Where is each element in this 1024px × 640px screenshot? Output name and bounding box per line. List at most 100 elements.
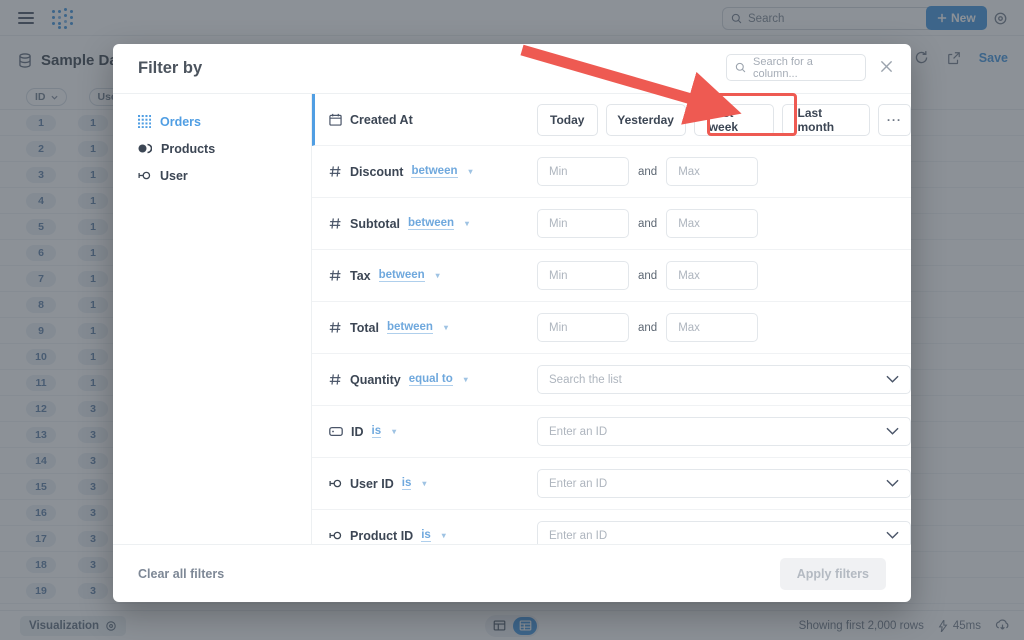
filter-name-created-at: Created At [329,113,512,127]
close-icon[interactable] [880,60,893,76]
filter-operator-subtotal[interactable]: between [408,217,455,230]
filter-select-id[interactable]: Enter an ID [537,417,911,446]
filter-row-discount: Discount between ▾ Min and Max [312,146,911,198]
filter-row-quantity: Quantity equal to ▾ Search the list [312,354,911,406]
filter-max-input-discount[interactable]: Max [666,157,759,186]
filter-modal: Filter by Search for a column... Orders P… [113,44,911,602]
filter-label: Discount [350,164,404,179]
number-icon [329,321,342,334]
date-shortcut-yesterday[interactable]: Yesterday [605,103,686,136]
connection-icon [329,477,342,490]
calendar-icon [329,113,342,126]
filter-modal-body: Orders Products User Created At Today Yester… [113,94,911,544]
connection-icon [329,529,342,542]
table-grid-icon [138,115,151,128]
number-icon [329,373,342,386]
filter-label: Quantity [350,372,401,387]
filter-operator-discount[interactable]: between [411,165,458,178]
filter-select-user-id[interactable]: Enter an ID [537,469,911,498]
date-shortcut-last-month[interactable]: Last month [782,103,870,136]
filter-name-discount: Discount between ▾ [329,165,512,179]
sidebar-item-products[interactable]: Products [113,135,311,162]
date-shortcut-group: Today Yesterday Last week Last month ··· [537,103,911,136]
filter-label: Created At [350,112,413,127]
apply-filters-button[interactable]: Apply filters [779,557,886,590]
sidebar-item-label: Orders [160,114,201,129]
filter-operator-quantity[interactable]: equal to [408,373,453,386]
app-root: Search New Sample Dat [0,0,1024,640]
filter-sidebar: Orders Products User [113,94,312,544]
filter-select-placeholder: Enter an ID [549,425,608,438]
filter-name-user-id: User ID is ▾ [329,477,512,491]
chevron-down-icon[interactable] [886,530,899,542]
filter-label: User ID [350,476,394,491]
range-inputs: Min and Max [537,157,759,186]
filter-min-input-tax[interactable]: Min [537,261,629,290]
filter-min-input-subtotal[interactable]: Min [537,209,629,238]
chevron-down-icon[interactable]: ▾ [442,531,446,540]
filter-max-input-tax[interactable]: Max [666,261,759,290]
clear-all-filters-button[interactable]: Clear all filters [138,567,224,581]
chevron-down-icon[interactable]: ▾ [469,167,473,176]
sidebar-item-label: User [160,168,188,183]
filter-min-input-total[interactable]: Min [537,313,629,342]
filter-label: ID [351,424,364,439]
filter-row-total: Total between ▾ Min and Max [312,302,911,354]
date-more-options-button[interactable]: ··· [877,103,911,136]
filter-name-id: ID is ▾ [329,425,512,439]
chevron-down-icon[interactable]: ▾ [422,479,426,488]
filter-name-subtotal: Subtotal between ▾ [329,217,512,231]
filter-label: Total [350,320,379,335]
filter-name-tax: Tax between ▾ [329,269,512,283]
filter-operator-total[interactable]: between [386,321,433,334]
chevron-down-icon[interactable] [886,426,899,438]
date-shortcut-last-week[interactable]: Last week [693,103,775,136]
filter-operator-product-id[interactable]: is [421,529,431,542]
sidebar-item-user[interactable]: User [113,162,311,189]
sidebar-item-label: Products [161,141,216,156]
filter-select-product-id[interactable]: Enter an ID [537,521,911,544]
filter-modal-footer: Clear all filters Apply filters [113,544,911,602]
filter-modal-title: Filter by [138,59,203,77]
number-icon [329,165,342,178]
range-inputs: Min and Max [537,261,759,290]
filter-name-product-id: Product ID is ▾ [329,529,512,543]
date-shortcut-today[interactable]: Today [537,103,598,136]
chevron-down-icon[interactable]: ▾ [436,271,440,280]
filter-operator-user-id[interactable]: is [401,477,412,490]
column-search-input[interactable]: Search for a column... [726,54,866,81]
filter-row-product-id: Product ID is ▾ Enter an ID [312,510,911,544]
range-inputs: Min and Max [537,209,759,238]
filter-row-created-at: Created At Today Yesterday Last week Last mo… [312,94,911,146]
filter-rows-list: Created At Today Yesterday Last week Last mo… [312,94,911,544]
connection-icon [138,169,151,182]
filter-label: Subtotal [350,216,400,231]
filter-min-input-discount[interactable]: Min [537,157,629,186]
chevron-down-icon[interactable]: ▾ [392,427,396,436]
filter-select-placeholder: Enter an ID [549,529,608,542]
filter-row-subtotal: Subtotal between ▾ Min and Max [312,198,911,250]
range-inputs: Min and Max [537,313,759,342]
range-and-label: and [638,165,658,178]
chevron-down-icon[interactable]: ▾ [444,323,448,332]
search-icon [735,62,746,73]
chevron-down-icon[interactable]: ▾ [464,375,468,384]
filter-row-tax: Tax between ▾ Min and Max [312,250,911,302]
chevron-down-icon[interactable]: ▾ [465,219,469,228]
range-and-label: and [638,217,658,230]
chevron-down-icon[interactable] [886,478,899,490]
chevron-down-icon[interactable] [886,374,899,386]
filter-max-input-total[interactable]: Max [666,313,759,342]
label-icon [329,426,343,437]
filter-modal-header: Filter by Search for a column... [113,44,911,94]
filter-label: Tax [350,268,371,283]
number-icon [329,217,342,230]
sidebar-item-orders[interactable]: Orders [113,108,311,135]
filter-select-placeholder: Search the list [549,373,622,386]
filter-select-quantity[interactable]: Search the list [537,365,911,394]
filter-operator-id[interactable]: is [371,425,382,438]
filter-max-input-subtotal[interactable]: Max [666,209,759,238]
range-and-label: and [638,269,658,282]
filter-operator-tax[interactable]: between [378,269,425,282]
number-icon [329,269,342,282]
